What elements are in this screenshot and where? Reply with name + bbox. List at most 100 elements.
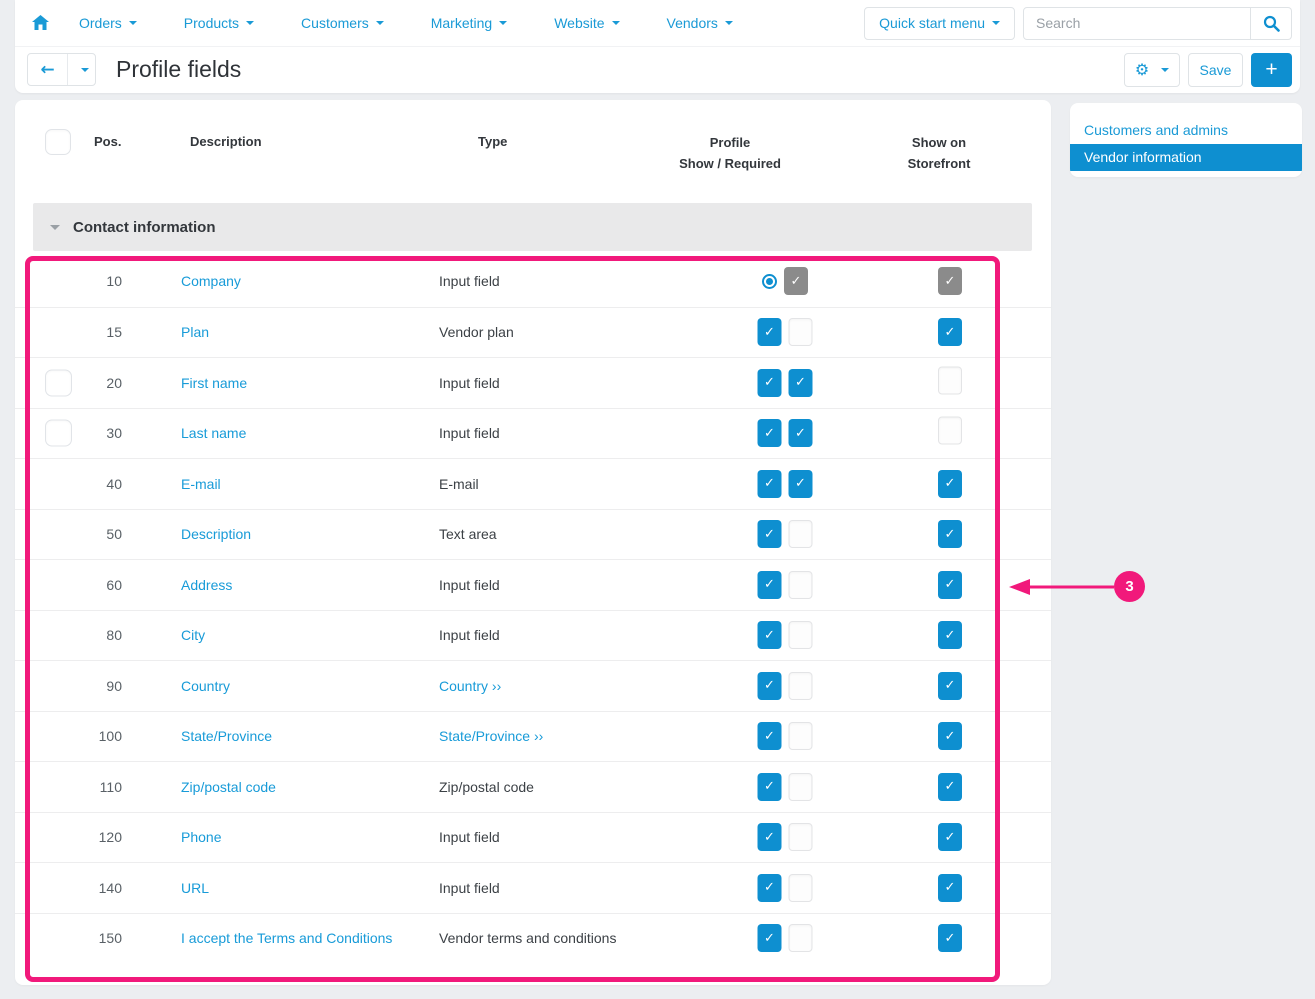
profile-show-checkbox[interactable]: ✓ xyxy=(758,672,782,700)
field-description-link[interactable]: City xyxy=(181,627,205,643)
show-on-storefront-checkbox[interactable]: ✓ xyxy=(938,520,962,548)
field-description-link[interactable]: Zip/postal code xyxy=(181,779,276,795)
profile-required-checkbox[interactable] xyxy=(789,520,813,548)
profile-show-checkbox[interactable]: ✓ xyxy=(758,571,782,599)
field-description-link[interactable]: Phone xyxy=(181,829,221,845)
field-type: Input field xyxy=(439,880,500,896)
profile-required-checkbox[interactable]: ✓ xyxy=(784,267,808,295)
select-all-checkbox[interactable] xyxy=(45,129,71,155)
field-description-link[interactable]: I accept the Terms and Conditions xyxy=(181,930,392,946)
profile-show-checkbox[interactable]: ✓ xyxy=(758,874,782,902)
profile-show-checkbox[interactable]: ✓ xyxy=(758,621,782,649)
annotation-badge: 3 xyxy=(1114,571,1145,602)
profile-required-checkbox[interactable] xyxy=(789,672,813,700)
profile-show-checkbox[interactable]: ✓ xyxy=(758,318,782,346)
profile-show-checkbox[interactable]: ✓ xyxy=(758,823,782,851)
field-type-link[interactable]: State/Province ›› xyxy=(439,728,543,744)
gear-icon: ⚙ xyxy=(1135,60,1149,79)
field-description-link[interactable]: Company xyxy=(181,273,241,289)
profile-required-checkbox[interactable] xyxy=(789,924,813,952)
show-on-storefront-checkbox[interactable]: ✓ xyxy=(938,823,962,851)
quick-start-menu-button[interactable]: Quick start menu xyxy=(864,7,1015,40)
show-on-storefront-checkbox[interactable]: ✓ xyxy=(938,924,962,952)
nav-item-marketing[interactable]: Marketing xyxy=(431,15,507,31)
show-on-storefront-checkbox[interactable]: ✓ xyxy=(938,722,962,750)
field-type: Input field xyxy=(439,425,500,441)
chevron-down-icon xyxy=(499,21,507,25)
column-header-storefront: Show on Storefront xyxy=(908,132,971,174)
profile-show-checkbox[interactable]: ✓ xyxy=(758,722,782,750)
profile-required-checkbox[interactable] xyxy=(789,773,813,801)
show-on-storefront-checkbox[interactable] xyxy=(938,417,962,445)
profile-show-checkbox[interactable]: ✓ xyxy=(758,520,782,548)
check-icon: ✓ xyxy=(764,628,775,643)
section-contact-information[interactable]: Contact information xyxy=(33,203,1032,251)
profile-show-checkbox[interactable]: ✓ xyxy=(758,470,782,498)
profile-required-checkbox[interactable] xyxy=(789,874,813,902)
field-description-link[interactable]: Plan xyxy=(181,324,209,340)
chevron-down-icon xyxy=(1161,68,1169,72)
row-position: 140 xyxy=(55,880,122,896)
profile-show-radio[interactable] xyxy=(762,274,777,289)
profile-required-checkbox[interactable]: ✓ xyxy=(789,369,813,397)
field-description-link[interactable]: Last name xyxy=(181,425,246,441)
nav-item-customers[interactable]: Customers xyxy=(301,15,384,31)
back-dropdown-button[interactable] xyxy=(68,54,95,85)
profile-show-required-controls: ✓ xyxy=(758,318,813,346)
show-on-storefront-checkbox[interactable]: ✓ xyxy=(938,773,962,801)
nav-item-vendors[interactable]: Vendors xyxy=(667,15,733,31)
column-header-profile-line1: Profile xyxy=(710,135,750,150)
check-icon: ✓ xyxy=(945,931,956,946)
profile-required-checkbox[interactable]: ✓ xyxy=(789,419,813,447)
show-on-storefront-checkbox[interactable]: ✓ xyxy=(938,267,962,295)
check-icon: ✓ xyxy=(764,325,775,340)
field-description-link[interactable]: Address xyxy=(181,577,232,593)
check-icon: ✓ xyxy=(764,880,775,895)
show-on-storefront-checkbox[interactable]: ✓ xyxy=(938,672,962,700)
add-button[interactable]: + xyxy=(1251,53,1292,87)
profile-show-checkbox[interactable]: ✓ xyxy=(758,924,782,952)
check-icon: ✓ xyxy=(945,325,956,340)
profile-required-checkbox[interactable]: ✓ xyxy=(789,470,813,498)
profile-required-checkbox[interactable] xyxy=(789,823,813,851)
field-description-link[interactable]: E-mail xyxy=(181,476,221,492)
nav-item-label: Vendors xyxy=(667,15,718,31)
show-on-storefront-checkbox[interactable]: ✓ xyxy=(938,318,962,346)
home-button[interactable] xyxy=(32,15,49,31)
settings-gear-button[interactable]: ⚙ xyxy=(1124,53,1180,87)
profile-required-checkbox[interactable] xyxy=(789,722,813,750)
show-on-storefront-checkbox[interactable]: ✓ xyxy=(938,874,962,902)
sidebar-item-customers-and-admins[interactable]: Customers and admins xyxy=(1070,117,1302,144)
nav-item-orders[interactable]: Orders xyxy=(79,15,137,31)
profile-required-checkbox[interactable] xyxy=(789,571,813,599)
profile-show-checkbox[interactable]: ✓ xyxy=(758,419,782,447)
check-icon: ✓ xyxy=(945,628,956,643)
check-icon: ✓ xyxy=(764,375,775,390)
table-row: 30Last nameInput field✓✓ xyxy=(15,408,1051,459)
show-on-storefront-checkbox[interactable]: ✓ xyxy=(938,571,962,599)
search-button[interactable] xyxy=(1251,7,1292,40)
show-on-storefront-checkbox[interactable]: ✓ xyxy=(938,470,962,498)
sidebar-item-vendor-information[interactable]: Vendor information xyxy=(1070,144,1302,171)
nav-item-website[interactable]: Website xyxy=(554,15,619,31)
profile-required-checkbox[interactable] xyxy=(789,621,813,649)
save-button[interactable]: Save xyxy=(1188,53,1243,87)
home-icon xyxy=(32,15,49,31)
field-type: Input field xyxy=(439,627,500,643)
profile-show-checkbox[interactable]: ✓ xyxy=(758,773,782,801)
profile-show-required-controls: ✓ xyxy=(758,520,813,548)
field-description-link[interactable]: State/Province xyxy=(181,728,272,744)
profile-show-checkbox[interactable]: ✓ xyxy=(758,369,782,397)
field-description-link[interactable]: Country xyxy=(181,678,230,694)
field-description-link[interactable]: Description xyxy=(181,526,251,542)
field-type-link[interactable]: Country ›› xyxy=(439,678,501,694)
field-description-link[interactable]: First name xyxy=(181,375,247,391)
show-on-storefront-checkbox[interactable]: ✓ xyxy=(938,621,962,649)
nav-item-products[interactable]: Products xyxy=(184,15,254,31)
row-position: 60 xyxy=(55,577,122,593)
back-button[interactable]: ← xyxy=(28,54,68,85)
profile-required-checkbox[interactable] xyxy=(789,318,813,346)
show-on-storefront-checkbox[interactable] xyxy=(938,366,962,394)
search-input[interactable] xyxy=(1023,7,1251,40)
field-description-link[interactable]: URL xyxy=(181,880,209,896)
